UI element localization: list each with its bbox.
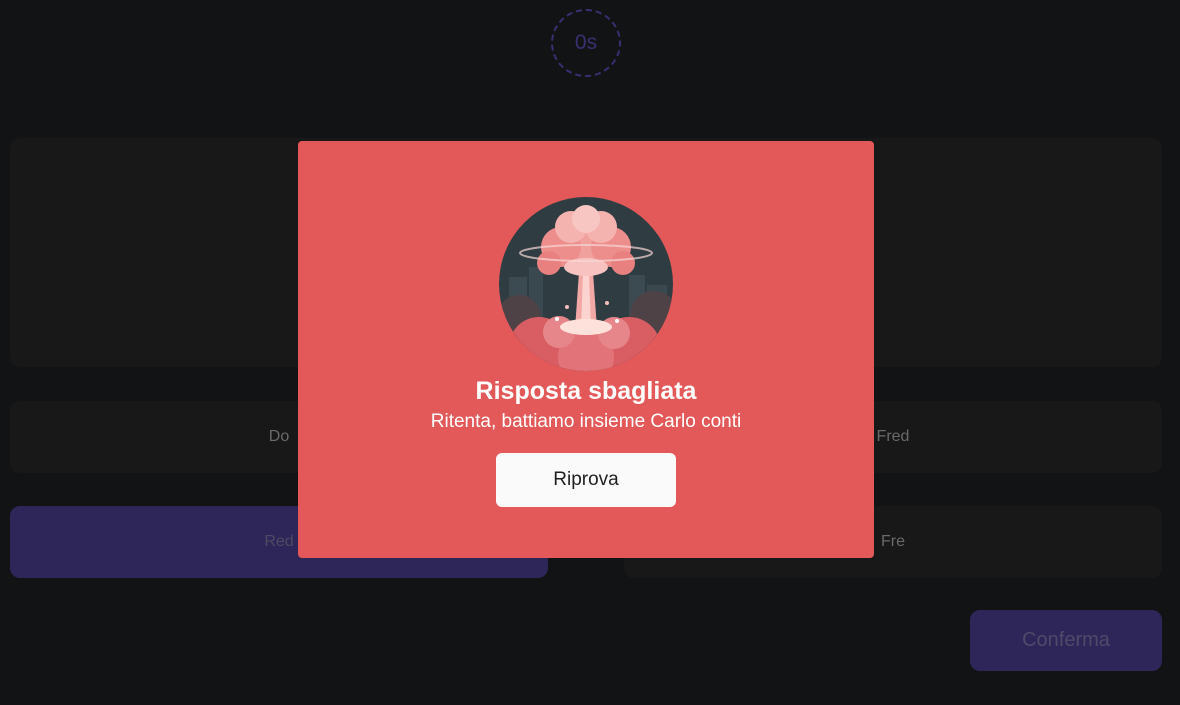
modal-title: Risposta sbagliata <box>475 377 697 405</box>
retry-button[interactable]: Riprova <box>496 453 676 507</box>
timer-text: 0s <box>574 31 598 54</box>
answer-label: Fre <box>881 533 905 550</box>
answer-label: Fred <box>876 428 910 445</box>
modal-subtitle: Ritenta, battiamo insieme Carlo conti <box>430 411 742 432</box>
countdown-timer: 0s <box>551 9 621 77</box>
wrong-answer-modal: Risposta sbagliata Ritenta, battiamo ins… <box>298 141 874 558</box>
answer-label: Red <box>264 533 294 550</box>
answer-label: Do <box>268 428 290 445</box>
confirm-button[interactable]: Conferma <box>970 610 1162 671</box>
explosion-mushroom-cloud-icon <box>499 197 673 371</box>
quiz-page: 0s Do Fred Red Fre Conferma Risposta sba… <box>0 0 1180 705</box>
